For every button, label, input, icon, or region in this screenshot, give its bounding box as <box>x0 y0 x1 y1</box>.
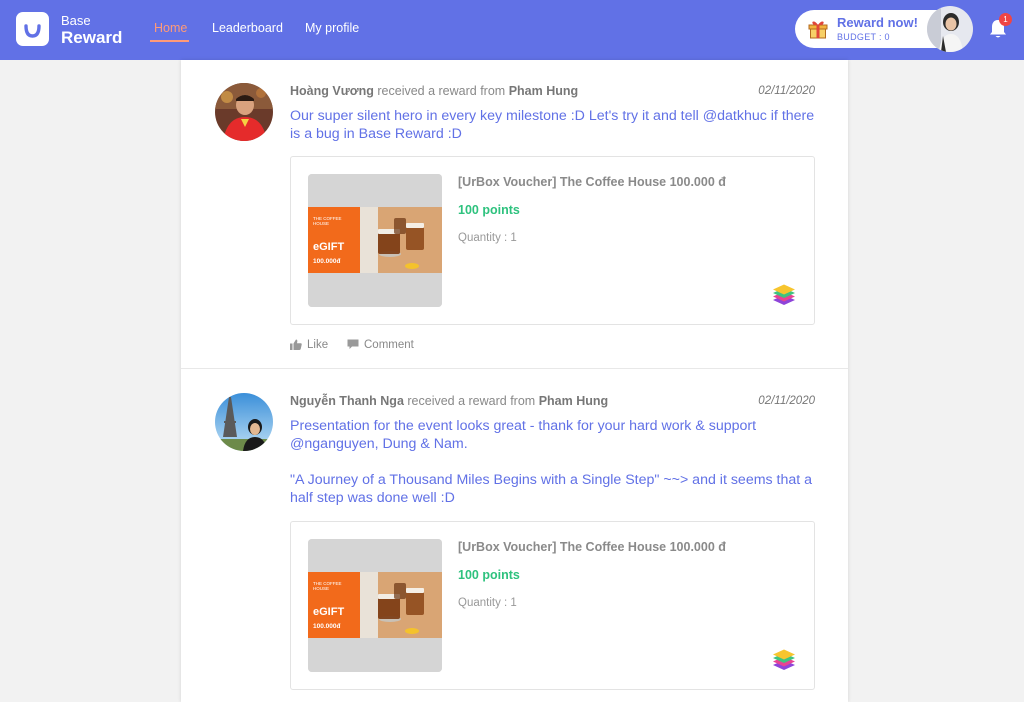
recipient-avatar-image <box>215 393 273 451</box>
voucher-type: eGIFT <box>313 241 345 253</box>
brand-name-main: Reward <box>61 28 123 47</box>
post-header: Nguyễn Thanh Nga received a reward from … <box>290 394 608 408</box>
top-navigation-bar: Base Reward Home Leaderboard My profile … <box>0 0 1024 60</box>
reward-points: 100 points <box>458 568 520 582</box>
nav-my-profile[interactable]: My profile <box>305 21 359 35</box>
post-message: Our super silent hero in every key miles… <box>290 107 820 143</box>
bag-icon <box>24 24 41 38</box>
reward-quantity: Quantity : 1 <box>458 597 517 609</box>
feed-post: Nguyễn Thanh Nga received a reward from … <box>181 369 848 702</box>
voucher-value: 100.000đ <box>313 623 341 630</box>
sender-name[interactable]: Pham Hung <box>539 394 608 408</box>
voucher-image: THE COFFEE HOUSE eGIFT 100.000đ <box>308 539 442 672</box>
voucher-type: eGIFT <box>313 606 345 618</box>
urbox-stack-icon <box>773 284 795 305</box>
comment-label: Comment <box>364 339 414 351</box>
voucher-value: 100.000đ <box>313 258 341 265</box>
user-avatar[interactable] <box>927 6 973 52</box>
comment-icon <box>347 339 359 349</box>
thumbs-up-icon <box>290 339 302 350</box>
reward-name: [UrBox Voucher] The Coffee House 100.000… <box>458 175 726 189</box>
reward-card[interactable]: THE COFFEE HOUSE eGIFT 100.000đ [UrBox V… <box>290 156 815 325</box>
notification-badge: 1 <box>999 13 1012 26</box>
post-date: 02/11/2020 <box>758 395 815 407</box>
nav-home[interactable]: Home <box>154 21 187 35</box>
budget-label: BUDGET : 0 <box>837 32 890 42</box>
voucher-brand: THE COFFEE HOUSE <box>313 581 342 591</box>
post-message: Presentation for the event looks great -… <box>290 417 820 507</box>
app-logo[interactable] <box>16 12 49 46</box>
nav-leaderboard[interactable]: Leaderboard <box>212 21 283 35</box>
post-date: 02/11/2020 <box>758 85 815 97</box>
post-header-connector: received a reward from <box>373 84 509 98</box>
post-header: Hoàng Vương received a reward from Pham … <box>290 84 578 98</box>
reward-name: [UrBox Voucher] The Coffee House 100.000… <box>458 540 726 554</box>
feed-post: Hoàng Vương received a reward from Pham … <box>181 60 848 368</box>
voucher-image: THE COFFEE HOUSE eGIFT 100.000đ <box>308 174 442 307</box>
nav-home-active-indicator <box>150 40 189 42</box>
reward-card[interactable]: THE COFFEE HOUSE eGIFT 100.000đ [UrBox V… <box>290 521 815 690</box>
voucher-brand: THE COFFEE HOUSE <box>313 216 342 226</box>
like-button[interactable]: Like <box>290 339 328 351</box>
recipient-name[interactable]: Hoàng Vương <box>290 84 374 98</box>
recipient-name[interactable]: Nguyễn Thanh Nga <box>290 394 404 408</box>
recipient-avatar[interactable] <box>215 83 273 141</box>
post-message-paragraph: Our super silent hero in every key miles… <box>290 108 815 142</box>
post-header-connector: received a reward from <box>403 394 539 408</box>
reward-feed: Hoàng Vương received a reward from Pham … <box>181 60 848 702</box>
reward-points: 100 points <box>458 203 520 217</box>
reward-quantity: Quantity : 1 <box>458 232 517 244</box>
post-message-paragraph: Presentation for the event looks great -… <box>290 418 757 452</box>
comment-button[interactable]: Comment <box>347 339 414 351</box>
recipient-avatar[interactable] <box>215 393 273 451</box>
reward-now-label: Reward now! <box>837 15 918 30</box>
urbox-stack-icon <box>773 649 795 670</box>
sender-name[interactable]: Pham Hung <box>509 84 578 98</box>
user-avatar-image <box>927 6 973 52</box>
post-message-paragraph: "A Journey of a Thousand Miles Begins wi… <box>290 472 813 506</box>
gift-icon <box>808 21 828 39</box>
like-label: Like <box>307 339 329 351</box>
recipient-avatar-image <box>215 83 273 141</box>
brand-name-top: Base <box>61 13 91 28</box>
